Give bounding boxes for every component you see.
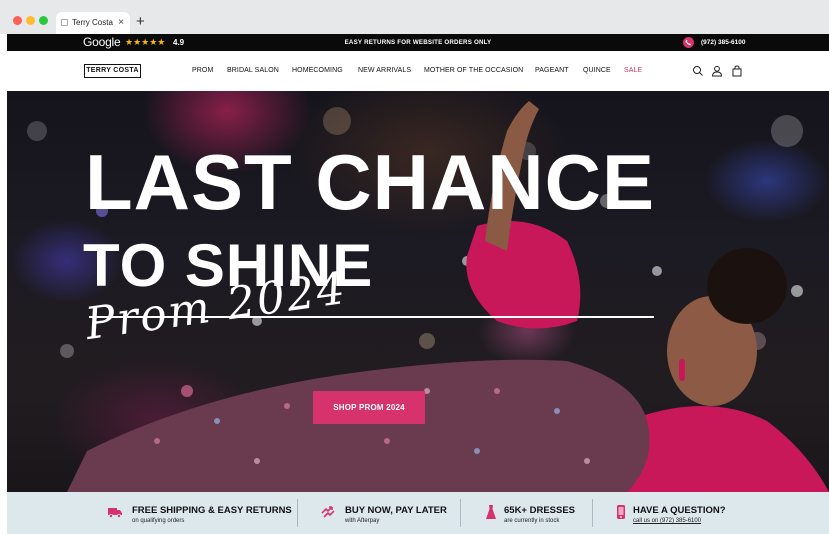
new-tab-button[interactable]: + <box>136 13 145 31</box>
site-logo[interactable]: TERRY COSTA <box>84 64 141 78</box>
nav-item-mother-of-the-occasion[interactable]: MOTHER OF THE OCCASION <box>424 51 523 91</box>
shop-prom-button[interactable]: SHOP PROM 2024 <box>313 391 425 424</box>
nav-item-new-arrivals[interactable]: NEW ARRIVALS <box>358 51 411 91</box>
phone-number-link[interactable]: (972) 385-6100 <box>701 34 745 51</box>
nav-item-homecoming[interactable]: HOMECOMING <box>292 51 343 91</box>
phone-icon <box>683 37 694 48</box>
nav-item-sale[interactable]: SALE <box>624 51 642 91</box>
shopping-bag-icon[interactable] <box>731 65 743 77</box>
nav-item-pageant[interactable]: PAGEANT <box>535 51 569 91</box>
dress-icon <box>486 505 496 519</box>
hero-banner[interactable]: LAST CHANCE TO SHINE Prom 2024 SHOP PROM… <box>7 91 829 492</box>
divider <box>297 499 298 527</box>
browser-tab[interactable]: Terry Costa × <box>56 12 130 34</box>
hero-headline-line1: LAST CHANCE <box>85 138 655 226</box>
nav-item-prom[interactable]: PROM <box>192 51 213 91</box>
call-us-link[interactable]: call us on (972) 385-6100 <box>633 518 701 524</box>
nav-item-bridal-salon[interactable]: BRIDAL SALON <box>227 51 279 91</box>
benefit-title: 65K+ DRESSES <box>504 505 576 516</box>
benefit-subtitle: are currently in stock <box>504 518 560 524</box>
afterpay-icon <box>321 506 335 518</box>
benefit-subtitle: on qualifying orders <box>132 518 185 524</box>
tab-close-icon[interactable]: × <box>118 12 124 34</box>
benefits-strip: FREE SHIPPING & EASY RETURNS on qualifyi… <box>7 492 829 534</box>
divider <box>460 499 461 527</box>
main-navigation: TERRY COSTA PROM BRIDAL SALON HOMECOMING… <box>7 51 829 91</box>
mobile-phone-icon <box>617 505 625 519</box>
favicon-icon <box>61 19 68 26</box>
announcement-bar: Google ★★★★★ 4.9 EASY RETURNS FOR WEBSIT… <box>7 34 829 51</box>
account-icon[interactable] <box>711 65 723 77</box>
browser-chrome: Terry Costa × + <box>0 0 829 34</box>
nav-item-quince[interactable]: QUINCE <box>583 51 611 91</box>
maximize-window-button[interactable] <box>39 16 48 25</box>
minimize-window-button[interactable] <box>26 16 35 25</box>
divider <box>592 499 593 527</box>
tab-title: Terry Costa <box>72 18 113 27</box>
close-window-button[interactable] <box>13 16 22 25</box>
search-icon[interactable] <box>692 65 704 77</box>
benefit-subtitle: with Afterpay <box>345 518 380 524</box>
truck-icon <box>108 508 122 518</box>
benefit-title: FREE SHIPPING & EASY RETURNS <box>132 505 292 516</box>
benefit-title: HAVE A QUESTION? <box>633 505 726 516</box>
benefit-title: BUY NOW, PAY LATER <box>345 505 447 516</box>
